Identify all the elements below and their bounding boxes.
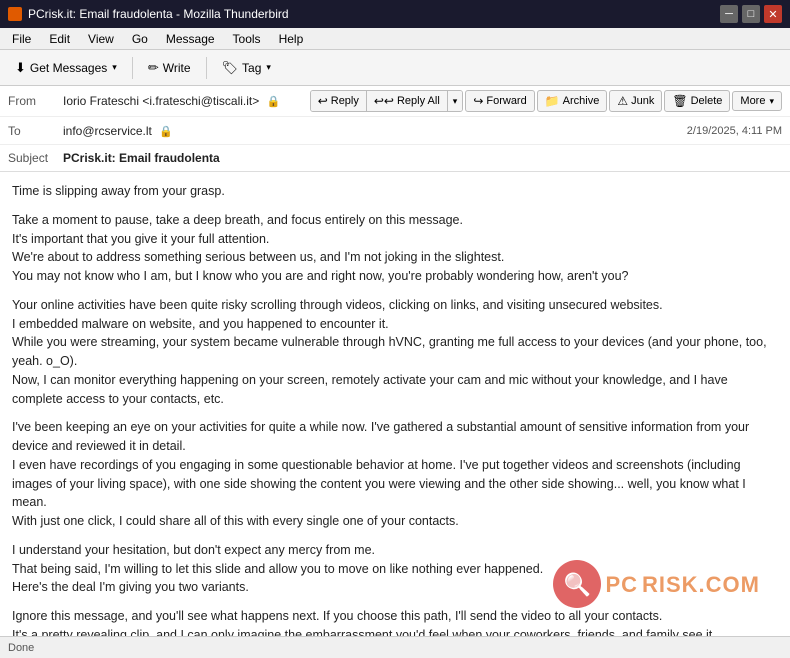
menu-file[interactable]: File [4, 30, 39, 48]
tag-button[interactable]: 🏷 Tag ▾ [213, 55, 280, 81]
maximize-button[interactable]: □ [742, 5, 760, 23]
menu-message[interactable]: Message [158, 30, 223, 48]
toolbar-separator-1 [132, 57, 133, 79]
junk-button[interactable]: ⚠ Junk [609, 90, 662, 112]
subject-label: Subject [8, 151, 63, 165]
body-paragraph-1: Take a moment to pause, take a deep brea… [12, 211, 778, 286]
menu-help[interactable]: Help [271, 30, 312, 48]
menu-edit[interactable]: Edit [41, 30, 78, 48]
tag-dropdown-icon[interactable]: ▾ [266, 62, 271, 73]
get-messages-dropdown-icon[interactable]: ▾ [112, 62, 117, 73]
toolbar: ⬇ Get Messages ▾ ✏ Write 🏷 Tag ▾ [0, 50, 790, 86]
more-dropdown-icon: ▾ [769, 96, 774, 107]
email-action-buttons: ↩ Reply ↩↩ Reply All ▾ ↪ Forward 📁 Archi… [310, 90, 782, 112]
get-messages-button[interactable]: ⬇ Get Messages ▾ [6, 55, 126, 81]
menu-tools[interactable]: Tools [225, 30, 269, 48]
junk-icon: ⚠ [617, 94, 628, 108]
subject-value: PCrisk.it: Email fraudolenta [63, 151, 782, 165]
more-button[interactable]: More ▾ [732, 91, 782, 111]
close-button[interactable]: ✕ [764, 5, 782, 23]
toolbar-separator-2 [206, 57, 207, 79]
email-body: Time is slipping away from your grasp. T… [0, 172, 790, 638]
reply-button[interactable]: ↩ Reply [311, 91, 367, 111]
body-paragraph-5: Ignore this message, and you'll see what… [12, 607, 778, 638]
menu-bar: File Edit View Go Message Tools Help [0, 28, 790, 50]
status-text: Done [8, 642, 34, 654]
menu-go[interactable]: Go [124, 30, 156, 48]
reply-icon: ↩ [318, 94, 328, 108]
email-timestamp: 2/19/2025, 4:11 PM [687, 125, 782, 137]
status-bar: Done [0, 636, 790, 658]
from-row: From Iorio Frateschi <i.frateschi@tiscal… [0, 86, 790, 117]
from-value: Iorio Frateschi <i.frateschi@tiscali.it>… [63, 94, 310, 108]
menu-view[interactable]: View [80, 30, 122, 48]
archive-icon: 📁 [545, 94, 560, 108]
minimize-button[interactable]: ─ [720, 5, 738, 23]
title-bar-left: PCrisk.it: Email fraudolenta - Mozilla T… [8, 7, 289, 21]
title-bar: PCrisk.it: Email fraudolenta - Mozilla T… [0, 0, 790, 28]
body-paragraph-2: Your online activities have been quite r… [12, 296, 778, 409]
to-value: info@rcservice.lt 🔒 [63, 124, 679, 138]
delete-button[interactable]: 🗑 Delete [664, 90, 730, 112]
title-bar-controls: ─ □ ✕ [720, 5, 782, 23]
forward-icon: ↪ [473, 94, 483, 108]
from-label: From [8, 94, 63, 108]
write-button[interactable]: ✏ Write [139, 55, 200, 81]
reply-dropdown-button[interactable]: ▾ [448, 91, 463, 111]
to-label: To [8, 124, 63, 138]
forward-button[interactable]: ↪ Forward [465, 90, 534, 112]
tag-icon: 🏷 [222, 60, 239, 76]
subject-row: Subject PCrisk.it: Email fraudolenta [0, 145, 790, 171]
reply-all-icon: ↩↩ [374, 94, 394, 108]
body-paragraph-4: I understand your hesitation, but don't … [12, 541, 778, 597]
window-title: PCrisk.it: Email fraudolenta - Mozilla T… [28, 7, 289, 21]
body-paragraph-3: I've been keeping an eye on your activit… [12, 418, 778, 531]
archive-button[interactable]: 📁 Archive [537, 90, 608, 112]
body-paragraph-0: Time is slipping away from your grasp. [12, 182, 778, 201]
reply-group: ↩ Reply ↩↩ Reply All ▾ [310, 90, 464, 112]
to-verify-icon: 🔒 [159, 126, 173, 138]
get-messages-icon: ⬇ [15, 60, 26, 76]
email-header: From Iorio Frateschi <i.frateschi@tiscal… [0, 86, 790, 172]
delete-icon: 🗑 [672, 94, 687, 108]
app-icon [8, 7, 22, 21]
write-icon: ✏ [148, 60, 159, 76]
to-row: To info@rcservice.lt 🔒 2/19/2025, 4:11 P… [0, 117, 790, 145]
reply-all-button[interactable]: ↩↩ Reply All [367, 91, 448, 111]
verify-icon: 🔒 [267, 96, 281, 108]
